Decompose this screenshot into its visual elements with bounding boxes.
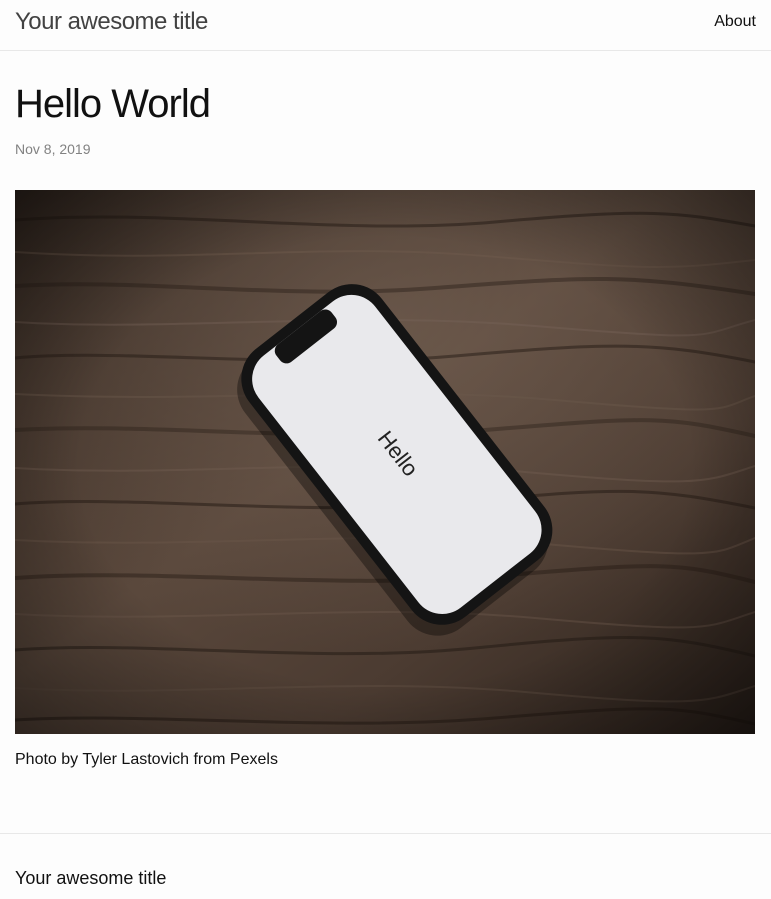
post-title: Hello World	[15, 82, 211, 126]
site-footer: Your awesome title	[0, 833, 771, 899]
footer-heading: Your awesome title	[15, 868, 167, 888]
post-date: Nov 8, 2019	[15, 141, 91, 157]
nav-link-about[interactable]: About	[714, 13, 756, 31]
site-title-link[interactable]: Your awesome title	[15, 8, 208, 36]
photo-caption: Photo by Tyler Lastovich from Pexels	[15, 751, 278, 768]
site-header: Your awesome title About	[0, 0, 771, 51]
post-photo: Hello	[15, 190, 755, 734]
